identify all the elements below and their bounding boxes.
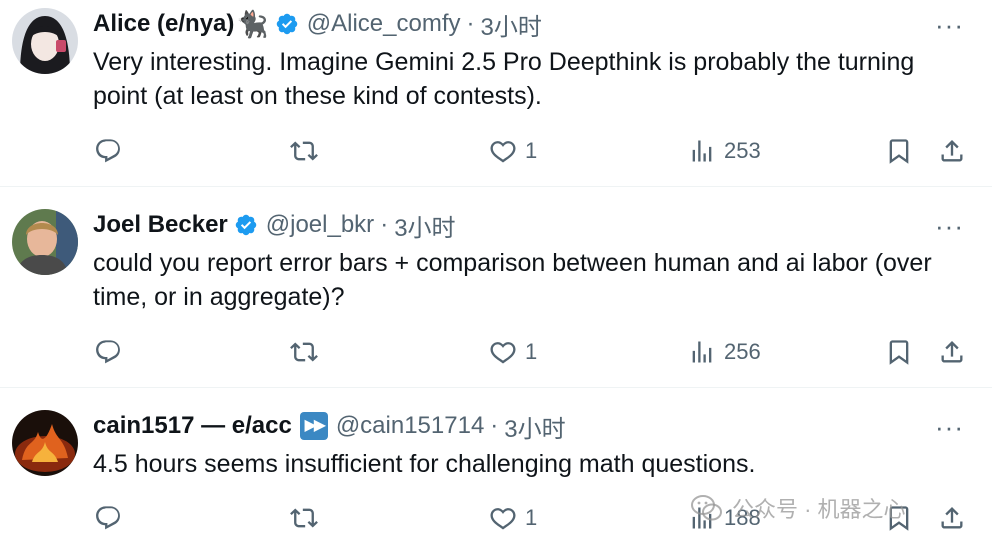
timestamp[interactable]: 3小时 bbox=[481, 7, 542, 42]
like-button[interactable]: 1 bbox=[489, 501, 537, 535]
verified-badge-icon bbox=[235, 214, 257, 236]
share-button[interactable] bbox=[938, 134, 966, 168]
black-cat-emoji: 🐈‍⬛ bbox=[236, 9, 269, 39]
separator-dot: · bbox=[380, 211, 389, 238]
more-options-button[interactable]: ··· bbox=[935, 213, 964, 239]
display-name[interactable]: Joel Becker bbox=[93, 211, 228, 239]
tweet-text: Very interesting. Imagine Gemini 2.5 Pro… bbox=[93, 48, 915, 110]
bookmark-button[interactable] bbox=[885, 134, 913, 168]
action-bar: 1 253 bbox=[0, 134, 992, 168]
action-bar: 1 256 bbox=[0, 335, 992, 369]
bookmark-button[interactable] bbox=[885, 335, 913, 369]
retweet-icon bbox=[290, 141, 318, 161]
like-button[interactable]: 1 bbox=[489, 335, 537, 369]
bookmark-icon bbox=[889, 139, 909, 164]
retweet-icon bbox=[290, 508, 318, 528]
tweet-1[interactable]: Alice (e/nya) 🐈‍⬛ @Alice_comfy · 3小时 ···… bbox=[0, 0, 992, 186]
reply-button[interactable] bbox=[94, 501, 122, 535]
separator-dot: · bbox=[490, 412, 499, 439]
bookmark-icon bbox=[889, 340, 909, 365]
views-chart-icon bbox=[692, 341, 712, 363]
tweet-2[interactable]: Joel Becker @joel_bkr · 3小时 ··· could yo… bbox=[0, 187, 992, 387]
avatar[interactable] bbox=[12, 8, 78, 74]
display-name[interactable]: Alice (e/nya) bbox=[93, 10, 234, 38]
avatar[interactable] bbox=[12, 410, 78, 476]
verified-badge-icon bbox=[276, 13, 298, 35]
share-button[interactable] bbox=[938, 335, 966, 369]
retweet-icon bbox=[290, 342, 318, 362]
views-button[interactable]: 256 bbox=[688, 335, 761, 369]
timestamp[interactable]: 3小时 bbox=[504, 409, 565, 444]
wechat-logo-icon bbox=[691, 495, 722, 521]
tweet-header: cain1517 — e/acc ▶▶ @cain151714 · 3小时 bbox=[93, 409, 566, 444]
views-button[interactable]: 253 bbox=[688, 134, 761, 168]
like-count: 1 bbox=[525, 138, 538, 163]
reply-icon bbox=[96, 340, 120, 364]
separator-dot: · bbox=[466, 10, 475, 37]
fast-forward-emoji-icon: ▶▶ bbox=[299, 412, 328, 440]
handle[interactable]: @joel_bkr bbox=[266, 211, 374, 239]
tweet-header: Joel Becker @joel_bkr · 3小时 bbox=[93, 208, 456, 243]
like-button[interactable]: 1 bbox=[489, 134, 537, 168]
views-chart-icon bbox=[692, 140, 712, 162]
tweet-text: could you report error bars + comparison… bbox=[93, 249, 932, 311]
reply-icon bbox=[96, 506, 120, 530]
reply-icon bbox=[96, 139, 120, 163]
retweet-button[interactable] bbox=[290, 335, 318, 369]
tweet-header: Alice (e/nya) 🐈‍⬛ @Alice_comfy · 3小时 bbox=[93, 7, 542, 42]
handle[interactable]: @Alice_comfy bbox=[307, 10, 461, 38]
more-options-button[interactable]: ··· bbox=[935, 12, 964, 38]
watermark-text: 公众号 · 机器之心 bbox=[732, 497, 906, 522]
more-options-button[interactable]: ··· bbox=[935, 414, 964, 440]
watermark: 公众号 · 机器之心 bbox=[690, 490, 960, 526]
reply-button[interactable] bbox=[94, 134, 122, 168]
retweet-button[interactable] bbox=[290, 501, 318, 535]
retweet-button[interactable] bbox=[290, 134, 318, 168]
reply-button[interactable] bbox=[94, 335, 122, 369]
like-count: 1 bbox=[525, 339, 538, 364]
share-icon bbox=[941, 140, 963, 162]
like-count: 1 bbox=[525, 505, 538, 530]
display-name[interactable]: cain1517 — e/acc bbox=[93, 412, 292, 440]
timestamp[interactable]: 3小时 bbox=[394, 208, 455, 243]
handle[interactable]: @cain151714 bbox=[336, 412, 484, 440]
heart-icon bbox=[490, 141, 516, 163]
tweet-text: 4.5 hours seems insufficient for challen… bbox=[93, 450, 756, 478]
views-count: 253 bbox=[724, 138, 761, 163]
avatar[interactable] bbox=[12, 209, 78, 275]
views-count: 256 bbox=[724, 339, 761, 364]
heart-icon bbox=[490, 342, 516, 364]
heart-icon bbox=[490, 508, 516, 530]
share-icon bbox=[941, 341, 963, 363]
